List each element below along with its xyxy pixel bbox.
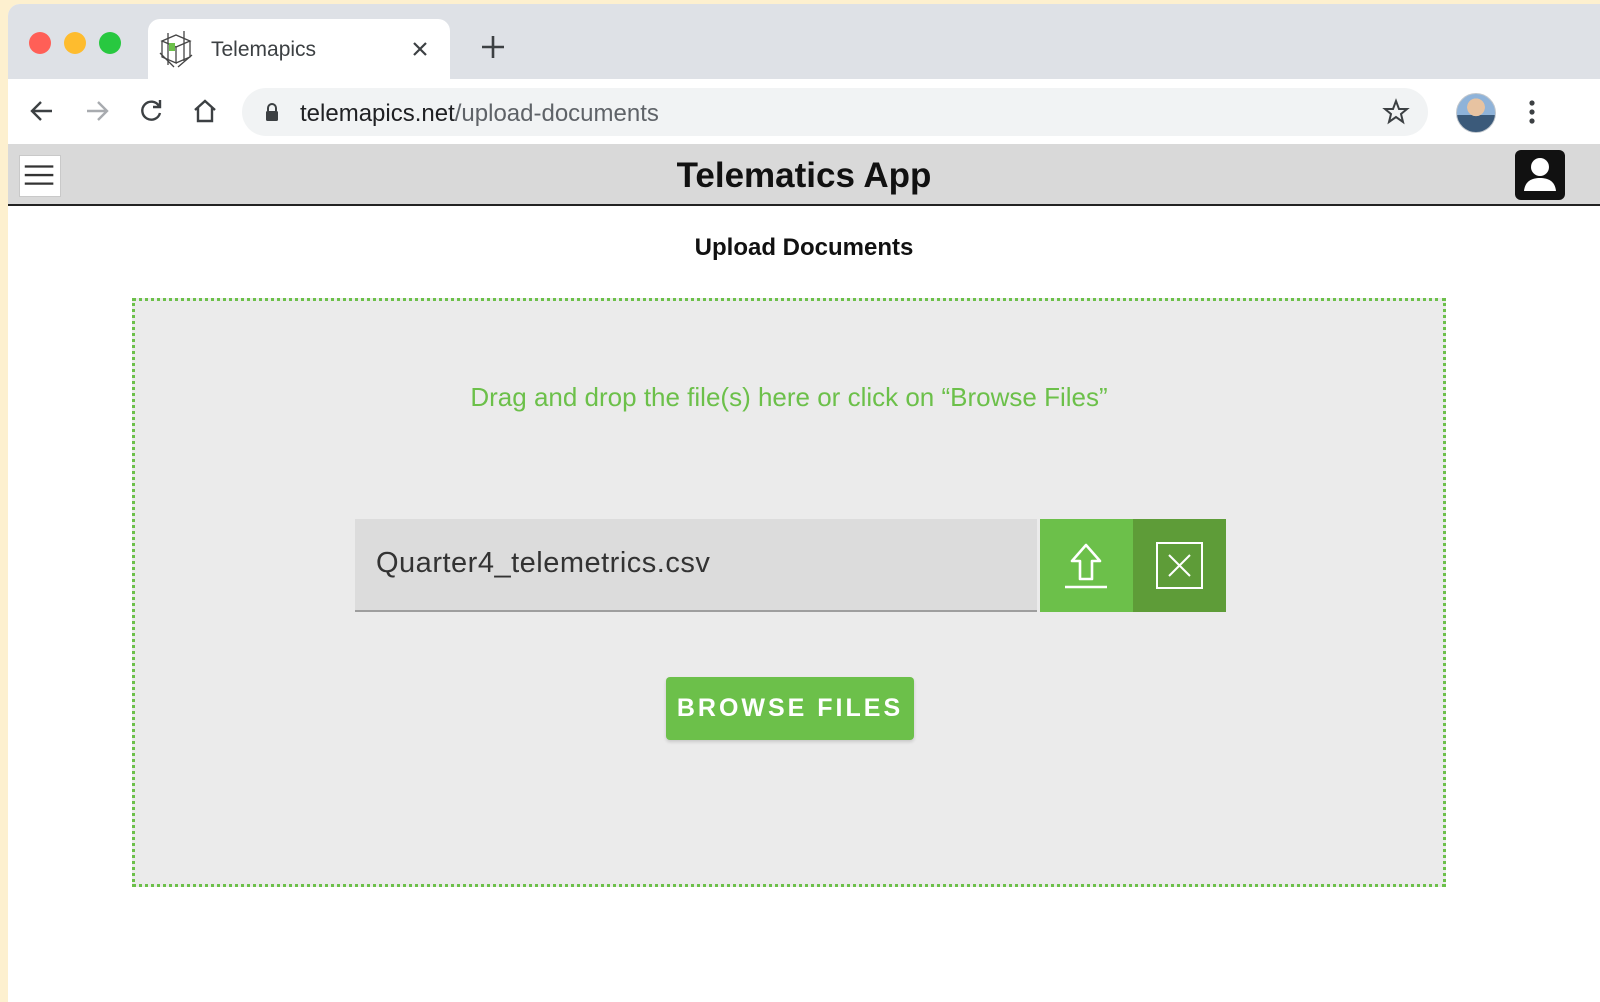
back-arrow-icon[interactable] [28, 97, 56, 125]
profile-avatar[interactable] [1456, 93, 1496, 133]
lock-icon[interactable] [264, 103, 280, 121]
file-dropzone[interactable]: Drag and drop the file(s) here or click … [132, 298, 1446, 887]
selected-file-field[interactable]: Quarter4_telemetrics.csv [355, 519, 1037, 612]
address-bar[interactable]: telemapics.net/upload-documents [242, 88, 1428, 136]
more-vert-icon[interactable] [1520, 97, 1544, 127]
telemapics-logo-icon [159, 31, 193, 68]
selected-file-name: Quarter4_telemetrics.csv [376, 547, 711, 579]
user-icon [1524, 158, 1556, 191]
minimize-window-button[interactable] [64, 32, 86, 54]
star-icon[interactable] [1382, 98, 1410, 126]
browser-toolbar: telemapics.net/upload-documents [8, 79, 1600, 144]
tab-strip: Telemapics [8, 4, 1600, 81]
browse-files-button[interactable]: BROWSE FILES [666, 677, 914, 740]
home-icon[interactable] [191, 97, 219, 125]
close-icon[interactable] [410, 39, 430, 59]
url-path: /upload-documents [454, 100, 659, 127]
maximize-window-button[interactable] [99, 32, 121, 54]
upload-icon [1065, 543, 1107, 589]
app-title: Telematics App [676, 156, 932, 195]
clear-icon [1156, 542, 1203, 589]
url-domain: telemapics.net [300, 100, 455, 127]
close-window-button[interactable] [29, 32, 51, 54]
page-title: Upload Documents [694, 234, 914, 261]
upload-button[interactable] [1040, 519, 1133, 612]
url-text[interactable]: telemapics.net/upload-documents [300, 100, 659, 128]
reload-icon[interactable] [137, 97, 165, 125]
browser-window: Telemapics telemapics.net/upload-documen… [8, 4, 1600, 1002]
app-header: Telematics App [8, 144, 1600, 206]
account-button[interactable] [1515, 150, 1565, 200]
plus-icon[interactable] [480, 34, 506, 60]
clear-file-button[interactable] [1133, 519, 1226, 612]
drop-hint-text: Drag and drop the file(s) here or click … [470, 382, 1108, 412]
tab-title: Telemapics [211, 38, 317, 61]
forward-arrow-icon[interactable] [83, 97, 111, 125]
browser-tab[interactable]: Telemapics [148, 19, 450, 81]
